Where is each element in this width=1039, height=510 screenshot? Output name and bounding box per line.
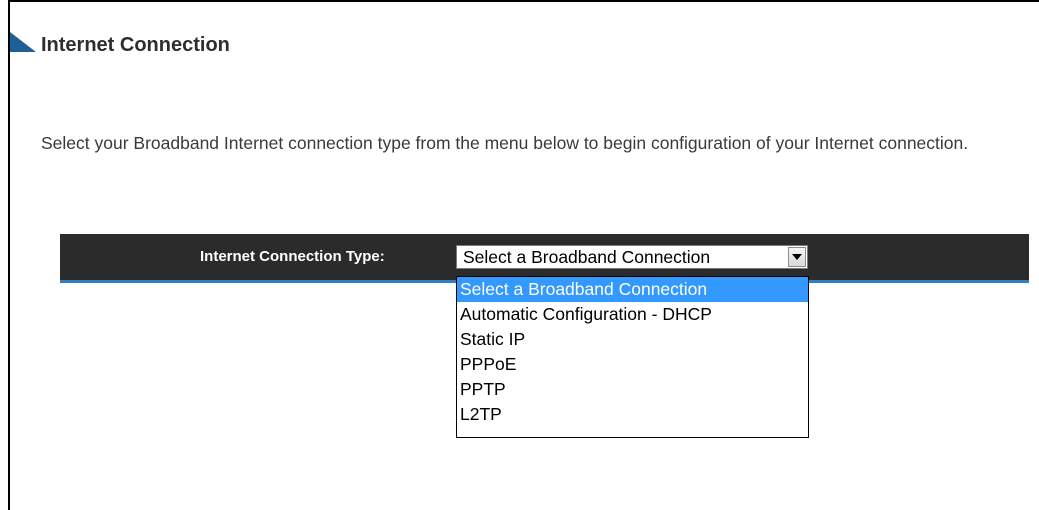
option-l2tp[interactable]: L2TP [457, 402, 808, 427]
option-static-ip[interactable]: Static IP [457, 327, 808, 352]
page-title: Internet Connection [41, 34, 230, 56]
chevron-down-glyph [792, 254, 802, 260]
page-description: Select your Broadband Internet connectio… [41, 133, 969, 153]
triangle-arrow-icon [10, 32, 36, 52]
frame-left-border [8, 0, 10, 510]
option-dhcp[interactable]: Automatic Configuration - DHCP [457, 302, 808, 327]
select-current-value: Select a Broadband Connection [463, 247, 711, 267]
frame-top-border [8, 0, 1039, 2]
option-select-broadband[interactable]: Select a Broadband Connection [457, 277, 808, 302]
connection-type-label: Internet Connection Type: [200, 248, 385, 265]
option-pppoe[interactable]: PPPoE [457, 352, 808, 377]
option-pptp[interactable]: PPTP [457, 377, 808, 402]
connection-type-select[interactable]: Select a Broadband Connection [456, 245, 808, 269]
connection-type-options: Select a Broadband Connection Automatic … [456, 276, 809, 438]
chevron-down-icon[interactable] [788, 247, 806, 267]
